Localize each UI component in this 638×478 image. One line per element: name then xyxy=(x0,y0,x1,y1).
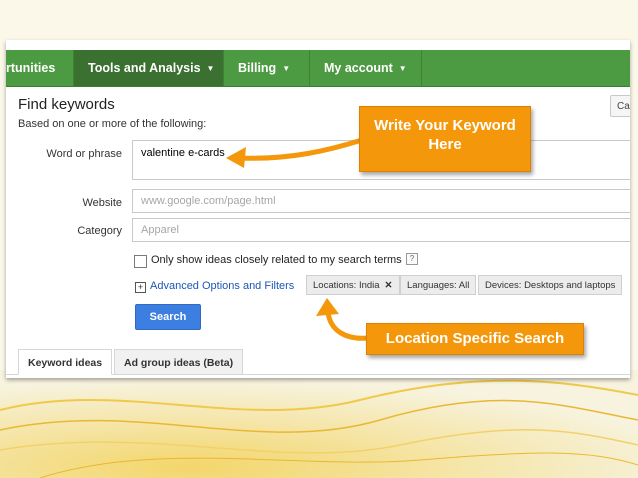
page-title: Find keywords xyxy=(18,96,115,113)
closely-related-checkbox[interactable] xyxy=(134,255,147,268)
devices-chip[interactable]: Devices: Desktops and laptops xyxy=(478,275,623,295)
tab-ad-group-ideas[interactable]: Ad group ideas (Beta) xyxy=(114,349,244,375)
page-subtitle: Based on one or more of the following: xyxy=(18,118,207,130)
locations-chip-label: Locations: India xyxy=(313,280,380,291)
remove-icon[interactable]: ✕ xyxy=(385,280,393,291)
languages-chip[interactable]: Languages: All xyxy=(400,275,477,295)
website-input[interactable]: www.google.com/page.html xyxy=(132,189,630,213)
nav-item-opportunities[interactable]: rtunities xyxy=(6,50,74,86)
help-icon[interactable]: ? xyxy=(406,253,418,265)
search-button[interactable]: Search xyxy=(135,304,201,330)
nav-item-label: rtunities xyxy=(6,61,56,75)
keyword-callout-line2: Here xyxy=(428,136,462,153)
nav-item-label: Billing xyxy=(238,61,277,75)
nav-item-billing[interactable]: Billing ▼ xyxy=(224,50,310,86)
expand-plus-icon[interactable]: + xyxy=(135,282,146,293)
location-callout: Location Specific Search xyxy=(366,323,584,355)
nav-item-my-account[interactable]: My account ▼ xyxy=(310,50,422,86)
nav-item-label: Tools and Analysis xyxy=(88,61,201,75)
cancel-button[interactable]: Can xyxy=(610,95,630,117)
nav-item-label: My account xyxy=(324,61,393,75)
top-nav: rtunities Tools and Analysis ▼ Billing ▼ M… xyxy=(6,50,630,87)
closely-related-label: Only show ideas closely related to my se… xyxy=(151,254,402,266)
website-label: Website xyxy=(82,197,122,209)
caret-down-icon: ▼ xyxy=(398,63,407,73)
category-label: Category xyxy=(77,225,122,237)
caret-down-icon: ▼ xyxy=(282,63,291,73)
tab-keyword-ideas[interactable]: Keyword ideas xyxy=(18,349,113,375)
word-phrase-label: Word or phrase xyxy=(46,148,122,160)
nav-item-tools-and-analysis[interactable]: Tools and Analysis ▼ xyxy=(74,50,224,86)
caret-down-icon: ▼ xyxy=(206,63,215,73)
category-input[interactable]: Apparel xyxy=(132,218,630,242)
locations-chip[interactable]: Locations: India ✕ xyxy=(306,275,400,295)
keyword-callout: Write Your Keyword Here xyxy=(359,106,531,172)
advanced-options-link[interactable]: Advanced Options and Filters xyxy=(150,280,294,292)
keyword-callout-line1: Write Your Keyword xyxy=(374,117,516,134)
